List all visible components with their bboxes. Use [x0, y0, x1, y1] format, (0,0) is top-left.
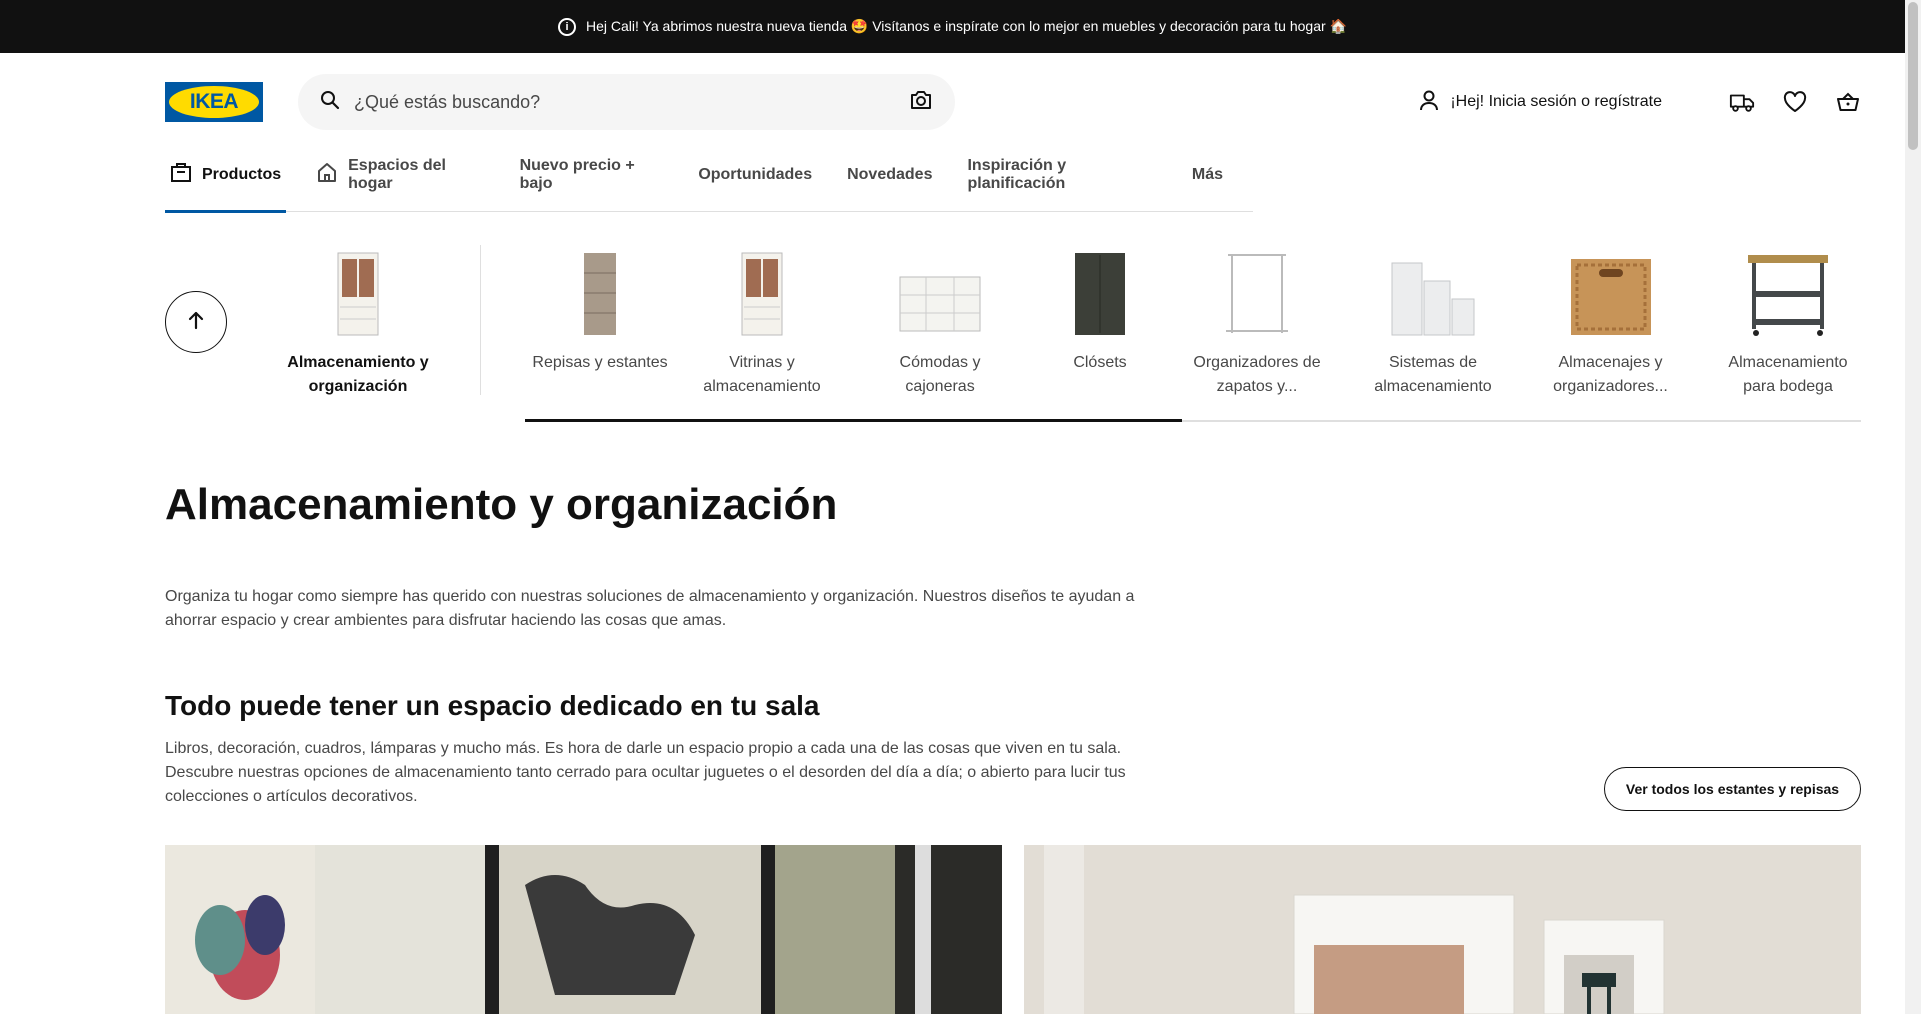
- info-icon: i: [558, 17, 577, 36]
- basket-thumbnail: [1543, 245, 1678, 337]
- nav-tab-espacios[interactable]: Espacios del hogar: [311, 155, 489, 212]
- category-current[interactable]: Almacenamiento y organización: [273, 245, 443, 399]
- category-label: Repisas y estantes: [532, 354, 668, 371]
- category-label: Sistemas de almacenamiento: [1374, 354, 1492, 395]
- section-description: Libros, decoración, cuadros, lámparas y …: [165, 740, 1126, 805]
- category-label: Almacenamiento para bodega: [1728, 354, 1848, 395]
- nav-tab-mas[interactable]: Más: [1187, 155, 1228, 212]
- cart-icon[interactable]: [1835, 89, 1861, 115]
- clothes-rack-thumbnail: [1187, 245, 1327, 337]
- dresser-thumbnail: [865, 245, 1015, 337]
- carousel-scroll-track[interactable]: [525, 419, 1861, 422]
- carousel-scroll-thumb[interactable]: [525, 419, 1182, 422]
- camera-icon[interactable]: [909, 89, 933, 116]
- scrollbar-thumb[interactable]: [1908, 2, 1918, 150]
- nav-tab-novedades[interactable]: Novedades: [842, 155, 937, 212]
- living-room-photo-right[interactable]: [1024, 845, 1861, 1014]
- carousel-divider: [480, 245, 481, 395]
- display-cabinet-thumbnail: [687, 245, 837, 337]
- bag-icon: [170, 161, 192, 188]
- back-up-button[interactable]: [165, 291, 227, 353]
- page-title: Almacenamiento y organización: [165, 480, 838, 529]
- nav-label: Más: [1191, 165, 1223, 183]
- nav-label: Nuevo precio + bajo: [519, 156, 635, 192]
- category-label: Almacenajes y organizadores...: [1553, 354, 1668, 395]
- category-label: Almacenamiento y organización: [287, 354, 429, 395]
- page-scrollbar[interactable]: [1905, 0, 1921, 1014]
- nav-label: Productos: [202, 165, 282, 183]
- search-bar[interactable]: ¿Qué estás buscando?: [298, 74, 955, 130]
- intro-text: Organiza tu hogar como siempre has queri…: [165, 588, 1135, 629]
- delivery-truck-icon[interactable]: [1729, 89, 1755, 115]
- announcement-banner[interactable]: i Hej Cali! Ya abrimos nuestra nueva tie…: [0, 0, 1905, 53]
- category-label: Organizadores de zapatos y...: [1193, 354, 1321, 395]
- nav-tab-oportunidades[interactable]: Oportunidades: [693, 155, 817, 212]
- nav-tab-productos[interactable]: Productos: [165, 155, 287, 213]
- section-title: Todo puede tener un espacio dedicado en …: [165, 690, 820, 721]
- nav-tab-nuevo-precio[interactable]: Nuevo precio + bajo: [515, 155, 669, 212]
- cabinet-thumbnail: [273, 245, 443, 337]
- category-item[interactable]: Sistemas de almacenamiento: [1363, 245, 1503, 399]
- storage-system-thumbnail: [1363, 245, 1503, 337]
- heart-icon[interactable]: [1782, 89, 1808, 115]
- nav-label: Oportunidades: [698, 165, 813, 183]
- wardrobe-thumbnail: [1025, 245, 1175, 337]
- login-link[interactable]: ¡Hej! Inicia sesión o regístrate: [1418, 89, 1662, 116]
- home-icon: [316, 161, 338, 188]
- category-carousel: Almacenamiento y organización Repisas y …: [165, 245, 1861, 425]
- nav-label: Novedades: [847, 165, 933, 183]
- nav-label: Inspiración y planificación: [967, 156, 1067, 192]
- category-item[interactable]: Almacenajes y organizadores...: [1543, 245, 1678, 399]
- bookshelf-thumbnail: [515, 245, 685, 337]
- category-label: Clósets: [1073, 354, 1127, 371]
- category-item[interactable]: Repisas y estantes: [515, 245, 685, 375]
- category-item[interactable]: Cómodas y cajoneras: [865, 245, 1015, 399]
- category-label: Vitrinas y almacenamiento: [703, 354, 821, 395]
- search-icon: [320, 90, 340, 115]
- ikea-logo[interactable]: IKEA: [165, 82, 263, 122]
- category-label: Cómodas y cajoneras: [899, 354, 981, 395]
- main-nav: Productos Espacios del hogar Nuevo preci…: [165, 155, 1253, 213]
- banner-text: Hej Cali! Ya abrimos nuestra nueva tiend…: [586, 18, 1347, 34]
- logo-text: IKEA: [189, 90, 239, 113]
- category-item[interactable]: Organizadores de zapatos y...: [1187, 245, 1327, 399]
- see-all-shelves-button[interactable]: Ver todos los estantes y repisas: [1604, 767, 1861, 811]
- search-input[interactable]: ¿Qué estás buscando?: [354, 92, 909, 113]
- utility-cart-thumbnail: [1715, 245, 1861, 337]
- site-header: IKEA ¿Qué estás buscando? ¡Hej! Inicia s…: [165, 74, 1861, 130]
- category-item[interactable]: Vitrinas y almacenamiento: [687, 245, 837, 399]
- nav-tab-inspiracion[interactable]: Inspiración y planificación: [962, 155, 1161, 212]
- user-icon: [1418, 89, 1440, 116]
- category-item[interactable]: Almacenamiento para bodega: [1715, 245, 1861, 399]
- category-item[interactable]: Clósets: [1025, 245, 1175, 375]
- arrow-up-icon: [185, 309, 207, 336]
- login-label: ¡Hej! Inicia sesión o regístrate: [1450, 93, 1662, 110]
- nav-label: Espacios del hogar: [348, 156, 446, 192]
- living-room-photo-left[interactable]: [165, 845, 1002, 1014]
